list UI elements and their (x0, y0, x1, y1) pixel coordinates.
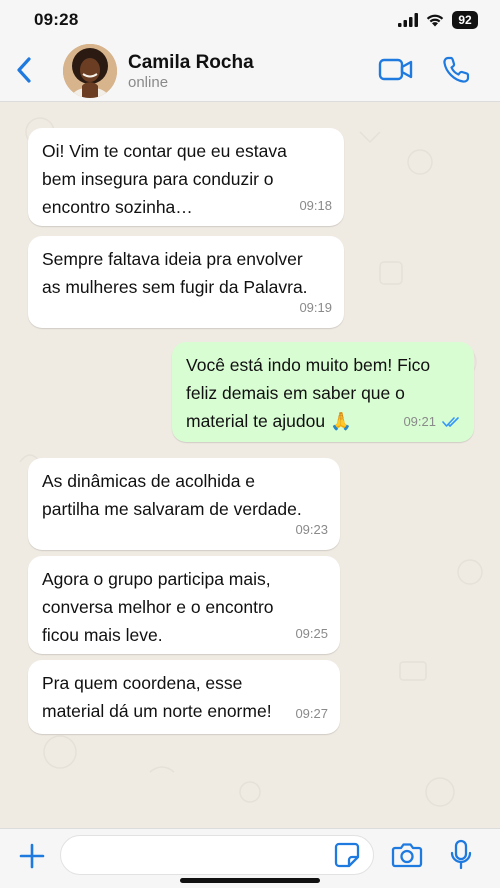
message-line: feliz demais em saber que o (186, 383, 405, 403)
read-receipt-icon (442, 417, 459, 427)
camera-button[interactable] (391, 841, 423, 869)
status-bar: 09:28 92 (0, 0, 500, 40)
message-time: 09:18 (299, 198, 332, 213)
video-call-button[interactable] (378, 56, 414, 84)
attach-button[interactable] (18, 842, 46, 870)
status-time: 09:28 (34, 10, 79, 29)
sticker-button[interactable] (333, 841, 361, 869)
message-line: Agora o grupo participa mais, (42, 569, 271, 589)
message-time: 09:23 (295, 522, 328, 537)
message-line: Você está indo muito bem! Fico (186, 355, 431, 375)
contact-status: online (128, 74, 169, 91)
battery-indicator: 92 (452, 11, 478, 29)
message-bubble-incoming[interactable]: Oi! Vim te contar que eu estava bem inse… (28, 128, 344, 226)
message-line: Sempre faltava ideia pra envolver (42, 249, 303, 269)
phone-icon (443, 56, 470, 83)
message-bubble-incoming[interactable]: Pra quem coordena, esse material dá um n… (28, 660, 340, 734)
message-time: 09:21 (403, 414, 436, 429)
message-input[interactable] (60, 835, 374, 875)
microphone-button[interactable] (449, 839, 473, 871)
avatar[interactable] (63, 44, 117, 98)
message-line: As dinâmicas de acolhida e (42, 471, 256, 491)
message-line: Oi! Vim te contar que eu estava (42, 141, 287, 161)
message-bubble-incoming[interactable]: Sempre faltava ideia pra envolver as mul… (28, 236, 344, 328)
signal-icon (398, 13, 418, 27)
message-line: Pra quem coordena, esse (42, 673, 243, 693)
message-line: ficou mais leve. (42, 625, 163, 645)
camera-icon (391, 843, 423, 868)
message-time: 09:25 (295, 626, 328, 641)
status-icons: 92 (398, 11, 478, 29)
voice-call-button[interactable] (441, 55, 471, 85)
back-button[interactable] (14, 55, 38, 85)
plus-icon (19, 843, 45, 869)
message-bubble-outgoing[interactable]: Você está indo muito bem! Fico feliz dem… (172, 342, 474, 442)
chat-area[interactable]: Oi! Vim te contar que eu estava bem inse… (0, 102, 500, 828)
message-time: 09:27 (295, 706, 328, 721)
message-bubble-incoming[interactable]: Agora o grupo participa mais, conversa m… (28, 556, 340, 654)
wifi-icon (426, 14, 444, 27)
sticker-icon (334, 842, 360, 868)
contact-name[interactable]: Camila Rocha (128, 52, 254, 74)
message-time: 09:19 (299, 300, 332, 315)
video-camera-icon (378, 58, 413, 81)
home-indicator (180, 878, 320, 883)
message-line: conversa melhor e o encontro (42, 597, 274, 617)
message-bubble-incoming[interactable]: As dinâmicas de acolhida e partilha me s… (28, 458, 340, 550)
back-chevron-icon (17, 57, 31, 83)
contact-photo (63, 44, 117, 98)
message-line: as mulheres sem fugir da Palavra. (42, 277, 308, 297)
message-line: bem insegura para conduzir o (42, 169, 274, 189)
message-line: encontro sozinha… (42, 197, 193, 217)
message-line: material dá um norte enorme! (42, 701, 272, 721)
microphone-icon (450, 839, 472, 870)
chat-header: Camila Rocha online (0, 40, 500, 102)
message-line: partilha me salvaram de verdade. (42, 499, 302, 519)
